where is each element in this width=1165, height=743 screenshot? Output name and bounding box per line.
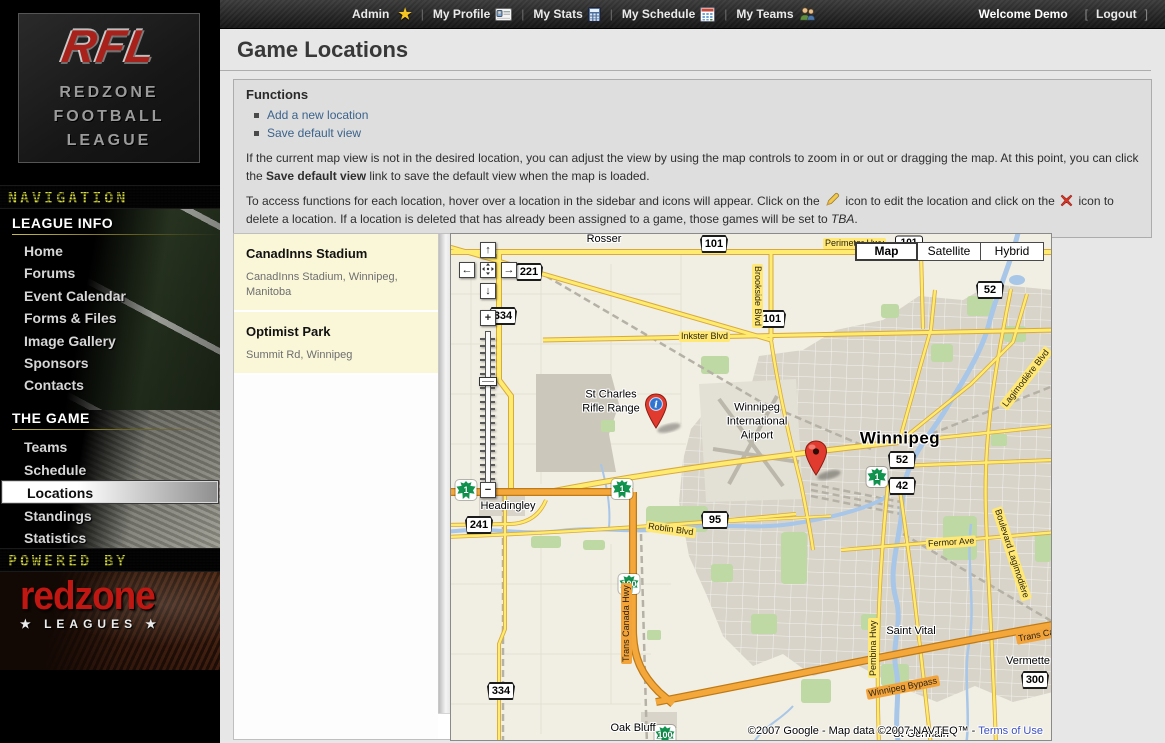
star-icon: ★ xyxy=(398,5,411,23)
sidebar: RFL REDZONE FOOTBALL LEAGUE NAVIGATION L… xyxy=(0,0,220,743)
rfl-logo-line3: LEAGUE xyxy=(67,129,152,153)
sidebar-item-standings[interactable]: Standings xyxy=(0,505,220,527)
bracket: ] xyxy=(1145,7,1148,21)
sidebar-item-locations[interactable]: Locations xyxy=(2,481,218,503)
welcome-text: Welcome Demo xyxy=(979,7,1068,21)
recenter-icon xyxy=(482,263,494,275)
functions-box: Functions Add a new location Save defaul… xyxy=(233,79,1152,238)
location-address: CanadInns Stadium, Winnipeg, Manitoba xyxy=(246,270,428,300)
sidebar-item-schedule[interactable]: Schedule xyxy=(0,459,220,481)
zoom-slider-rail xyxy=(485,331,491,483)
location-card[interactable]: Optimist Park Summit Rd, Winnipeg xyxy=(234,312,438,375)
page-title: Game Locations xyxy=(220,29,1151,71)
section-header-league-info: LEAGUE INFO xyxy=(0,215,220,235)
people-icon xyxy=(799,7,816,21)
my-teams-link[interactable]: My Teams xyxy=(736,7,815,21)
divider: | xyxy=(610,7,613,21)
section-header-the-game: THE GAME xyxy=(0,410,220,430)
navigation-banner: NAVIGATION xyxy=(0,185,220,209)
edit-pencil-icon xyxy=(825,192,840,207)
logout-link[interactable]: [Logout] xyxy=(1082,7,1151,21)
sidebar-item-home[interactable]: Home xyxy=(0,240,220,262)
divider: | xyxy=(421,7,424,21)
calculator-icon xyxy=(588,7,601,22)
redzone-sub: ★ LEAGUES ★ xyxy=(20,617,161,631)
redzone-leagues-logo: redzone ★ LEAGUES ★ xyxy=(20,578,161,631)
add-location-link[interactable]: Add a new location xyxy=(267,108,368,122)
location-address: Summit Rd, Winnipeg xyxy=(246,348,428,363)
delete-x-icon xyxy=(1060,194,1073,207)
sidebar-item-sponsors[interactable]: Sponsors xyxy=(0,352,220,374)
terms-of-use-link[interactable]: Terms of Use xyxy=(978,725,1043,737)
redzone-brand: redzone xyxy=(20,577,161,615)
rfl-logo: RFL REDZONE FOOTBALL LEAGUE xyxy=(18,13,200,163)
my-stats-link[interactable]: My Stats xyxy=(533,7,600,22)
rfl-logo-line1: REDZONE xyxy=(59,81,158,105)
sidebar-item-event-calendar[interactable]: Event Calendar xyxy=(0,285,220,307)
bullet-icon xyxy=(254,113,259,118)
my-profile-link[interactable]: My Profile xyxy=(433,7,512,21)
divider: | xyxy=(521,7,524,21)
pan-left-button[interactable]: ← xyxy=(459,262,475,278)
sidebar-item-statistics[interactable]: Statistics xyxy=(0,527,220,549)
location-name: CanadInns Stadium xyxy=(246,246,428,261)
map-copyright: ©2007 Google - Map data ©2007 NAVTEQ™ - … xyxy=(748,725,1043,737)
pan-down-button[interactable]: ↓ xyxy=(480,283,496,299)
map-type-map-button[interactable]: Map xyxy=(855,242,918,261)
pan-center-button[interactable] xyxy=(480,262,496,278)
admin-link[interactable]: Admin★ xyxy=(352,5,412,23)
location-card[interactable]: CanadInns Stadium CanadInns Stadium, Win… xyxy=(234,234,438,312)
rfl-logo-abbr: RFL xyxy=(59,23,160,69)
map-canvas[interactable]: i 101 101 101 221 334 334 52 52 42 95 24… xyxy=(450,233,1052,741)
map-graphics: i xyxy=(451,234,1052,741)
sidebar-item-forms-files[interactable]: Forms & Files xyxy=(0,307,220,329)
vcard-icon xyxy=(495,8,512,21)
zoom-slider-handle[interactable] xyxy=(479,377,497,386)
yellow-rule xyxy=(12,429,220,430)
bullet-icon xyxy=(254,131,259,136)
map-type-buttons: Map Satellite Hybrid xyxy=(855,242,1044,261)
functions-heading: Functions xyxy=(246,87,1139,102)
instructions-paragraph-2: To access functions for each location, h… xyxy=(246,192,1139,228)
powered-by-banner: POWERED BY xyxy=(0,548,220,572)
locations-panel: CanadInns Stadium CanadInns Stadium, Win… xyxy=(233,233,455,740)
rfl-logo-line2: FOOTBALL xyxy=(53,105,164,129)
sidebar-item-teams[interactable]: Teams xyxy=(0,436,220,458)
yellow-rule xyxy=(12,234,220,235)
sidebar-item-forums[interactable]: Forums xyxy=(0,262,220,284)
save-default-view-link[interactable]: Save default view xyxy=(267,126,361,140)
zoom-out-button[interactable]: − xyxy=(480,482,496,498)
sidebar-item-contacts[interactable]: Contacts xyxy=(0,374,220,396)
sidebar-item-image-gallery[interactable]: Image Gallery xyxy=(0,330,220,352)
bracket: [ xyxy=(1085,7,1088,21)
map-type-satellite-button[interactable]: Satellite xyxy=(918,242,981,261)
svg-text:i: i xyxy=(654,400,658,411)
pan-right-button[interactable]: → xyxy=(501,262,517,278)
map-type-hybrid-button[interactable]: Hybrid xyxy=(981,242,1044,261)
divider: | xyxy=(724,7,727,21)
my-schedule-link[interactable]: My Schedule xyxy=(622,7,715,22)
location-name: Optimist Park xyxy=(246,324,428,339)
instructions-paragraph-1: If the current map view is not in the de… xyxy=(246,149,1139,185)
zoom-in-button[interactable]: + xyxy=(480,310,496,326)
pan-up-button[interactable]: ↑ xyxy=(480,242,496,258)
calendar-icon xyxy=(700,7,715,22)
main-content: Game Locations Functions Add a new locat… xyxy=(220,29,1165,743)
